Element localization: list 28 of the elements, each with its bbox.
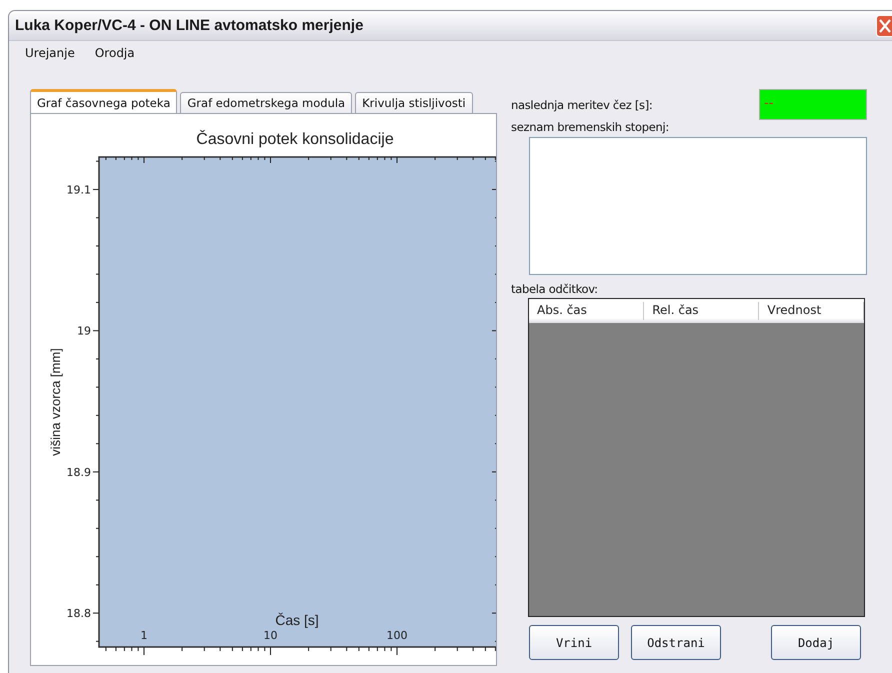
column-header[interactable]: Abs. čas <box>529 302 644 320</box>
menu-item[interactable]: Orodja <box>94 46 135 60</box>
load-steps-list[interactable] <box>529 137 867 275</box>
window-title: Luka Koper/VC-4 - ON LINE avtomatsko merjenje <box>15 17 364 34</box>
tick-label: 100 <box>386 629 408 642</box>
action-button[interactable]: Odstrani <box>631 625 721 660</box>
axis-title: višina vzorca [mm] <box>48 348 63 456</box>
field-label: naslednja meritev čez [s]: <box>511 98 652 112</box>
tab[interactable]: Graf edometrskega modula <box>180 92 352 113</box>
tab[interactable]: Graf časovnega poteka <box>30 89 178 113</box>
countdown-display: -- <box>759 89 867 120</box>
column-header[interactable]: Vrednost <box>759 302 864 320</box>
tab[interactable]: Krivulja stisljivosti <box>355 92 473 113</box>
menu-item[interactable]: Urejanje <box>25 46 75 60</box>
axis-title: Čas [s] <box>275 612 319 628</box>
field-label: seznam bremenskih stopenj: <box>511 120 670 134</box>
column-header[interactable]: Rel. čas <box>644 302 760 320</box>
tick-label: 19 <box>77 324 91 338</box>
tick-label: 1 <box>140 629 148 642</box>
action-button[interactable]: Vrini <box>529 625 619 660</box>
tick-label: 18.9 <box>66 466 91 479</box>
close-icon[interactable] <box>876 14 892 36</box>
field-label: tabela odčitkov: <box>511 282 599 296</box>
tick-label: 10 <box>264 629 278 642</box>
chart-title: Časovni potek konsolidacije <box>196 131 394 148</box>
tick-label: 19.1 <box>66 183 91 196</box>
tick-label: 18.8 <box>66 607 91 620</box>
action-button[interactable]: Dodaj <box>771 625 861 660</box>
